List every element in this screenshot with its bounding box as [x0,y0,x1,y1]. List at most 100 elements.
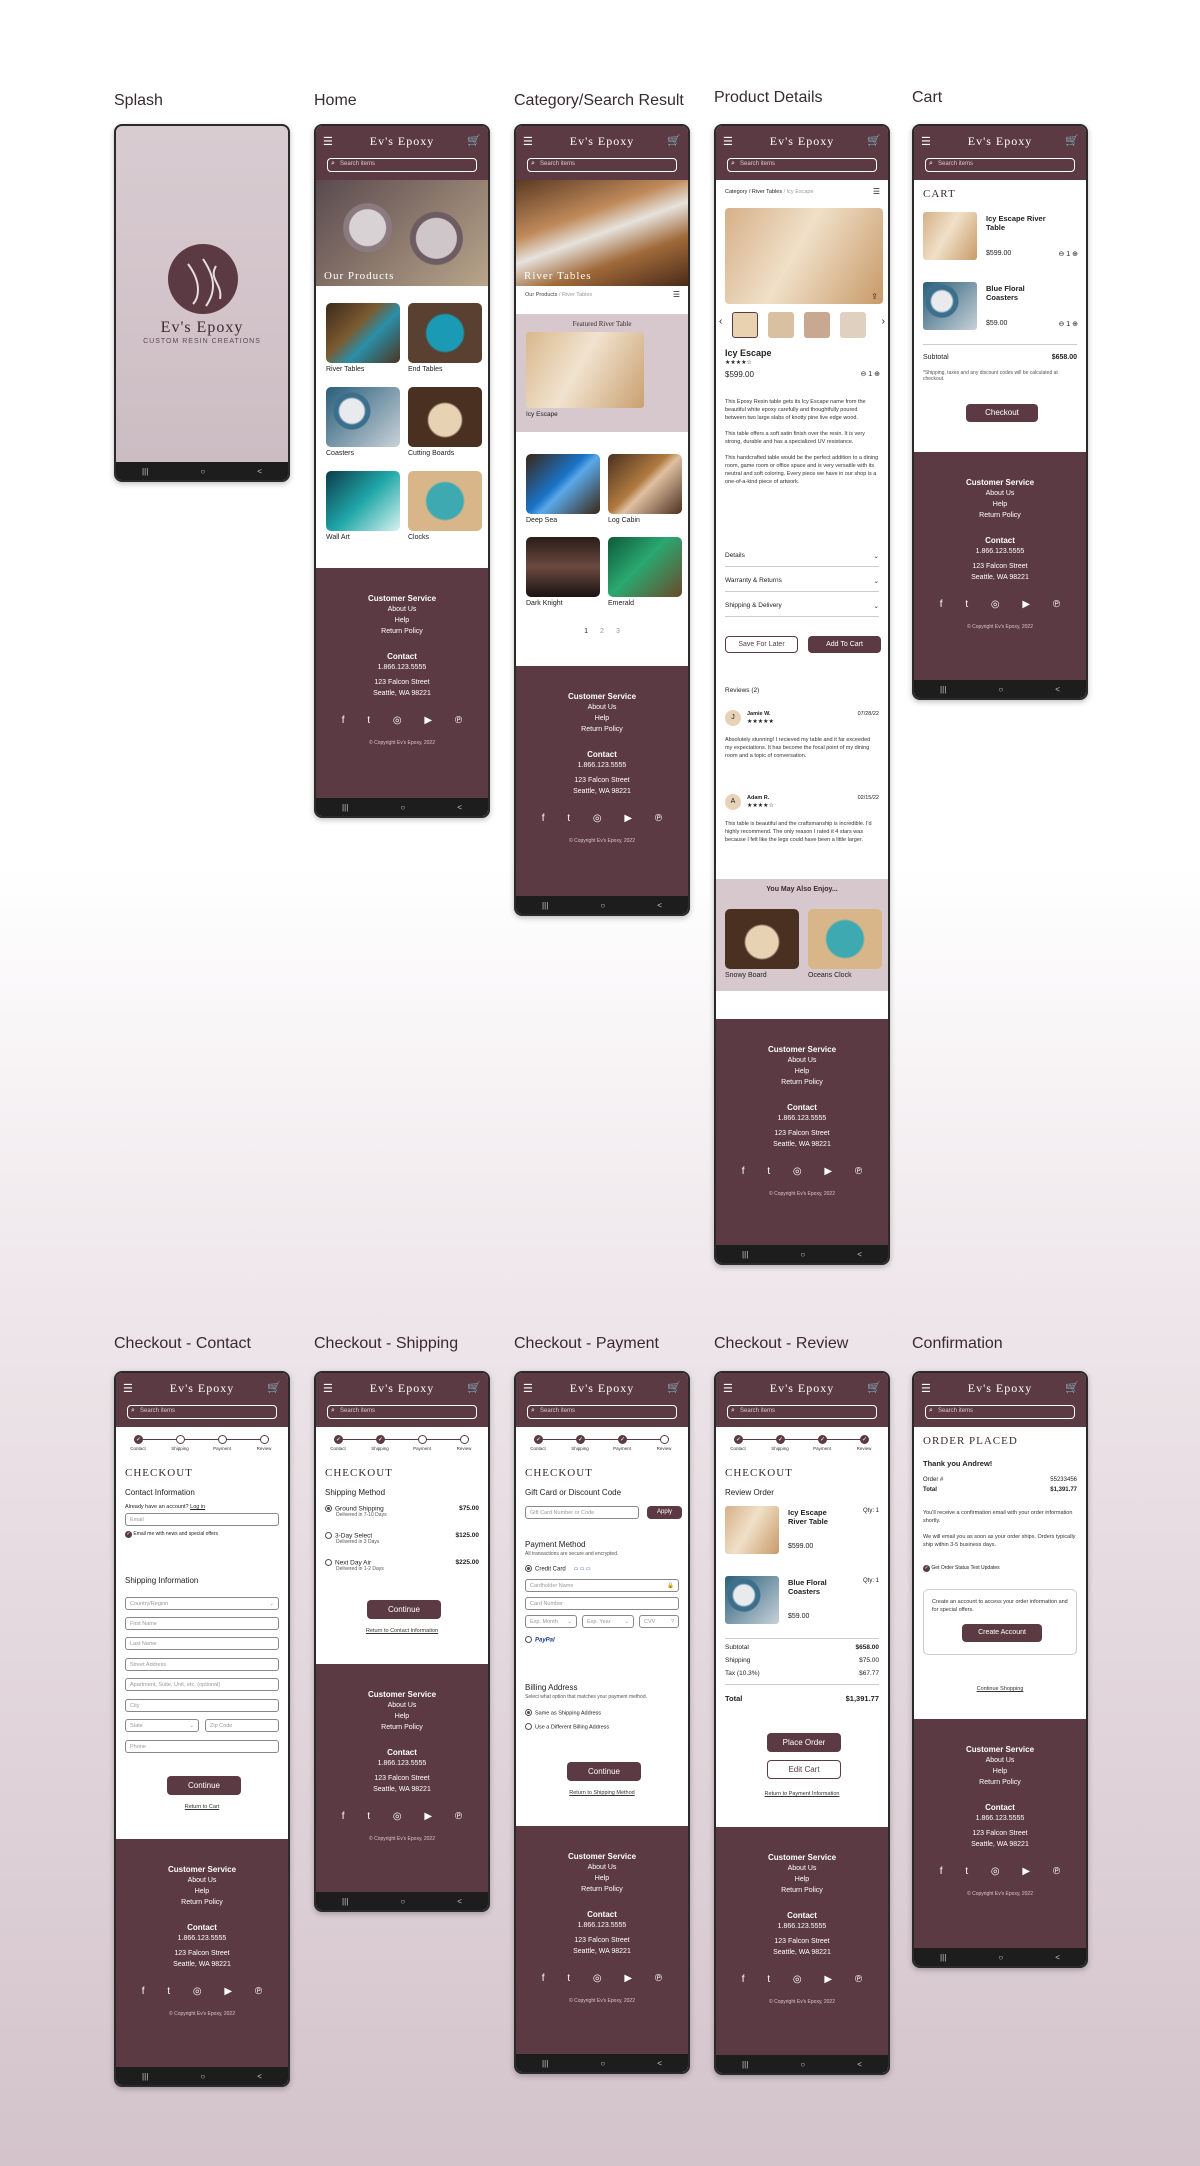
minus-icon[interactable]: ⊖ [1058,321,1064,328]
ship-option-nextday[interactable]: Next Day Air $225.00 Delivered in 1-2 Days [325,1559,479,1572]
footer-about-link[interactable]: About Us [516,702,688,713]
card-number-field[interactable]: Card Number [525,1597,679,1610]
return-to-contact-link[interactable]: Return to Contact Information [316,1628,488,1634]
tile-dark-knight[interactable] [526,537,600,597]
tile-clocks[interactable] [408,471,482,531]
create-account-button[interactable]: Create Account [962,1624,1042,1642]
accordion-warranty[interactable]: Warranty & Returns ⌄ [725,577,879,592]
footer-help-link[interactable]: Help [914,1766,1086,1777]
home-nav-button[interactable]: ○ [998,1953,1003,1962]
back-nav-button[interactable]: < [657,901,662,910]
home-nav-button[interactable]: ○ [600,901,605,910]
search-input[interactable]: ⌕ Search items [327,158,477,172]
back-nav-button[interactable]: < [457,803,462,812]
search-input[interactable]: ⌕ Search items [925,158,1075,172]
footer-return-link[interactable]: Return Policy [914,1777,1086,1788]
footer-help-link[interactable]: Help [914,499,1086,510]
social-icons[interactable]: f t ◎ ▶ ℗ [326,715,488,726]
place-order-button[interactable]: Place Order [767,1733,841,1752]
tile-coasters[interactable] [326,387,400,447]
social-icons[interactable]: f t ◎ ▶ ℗ [924,1866,1086,1877]
home-nav-button[interactable]: ○ [400,803,405,812]
footer-phone[interactable]: 1.866.123.5555 [516,1920,688,1931]
tile-river-tables[interactable] [326,303,400,363]
social-icons[interactable]: f t ◎ ▶ ℗ [526,1973,688,1984]
social-icons[interactable]: f t ◎ ▶ ℗ [726,1974,888,1985]
tile-wall-art[interactable] [326,471,400,531]
footer-about-link[interactable]: About Us [316,1700,488,1711]
social-icons[interactable]: f t ◎ ▶ ℗ [726,1166,888,1177]
recent-apps-button[interactable]: ||| [342,803,348,812]
zip-field[interactable]: Zip Code [205,1719,279,1732]
tile-log-cabin[interactable] [608,454,682,514]
footer-return-link[interactable]: Return Policy [316,1722,488,1733]
billing-different-option[interactable]: Use a Different Billing Address [525,1723,609,1730]
cardholder-field[interactable]: Cardholder Name 🔒 [525,1579,679,1592]
page-3[interactable]: 3 [616,628,620,635]
checkout-button[interactable]: Checkout [966,404,1038,422]
recent-apps-button[interactable]: ||| [342,1897,348,1906]
breadcrumb-parent[interactable]: Our Products [525,292,557,298]
back-nav-button[interactable]: < [1055,685,1060,694]
cvv-field[interactable]: CVV? [639,1615,679,1628]
return-to-shipping-link[interactable]: Return to Shipping Method [516,1790,688,1796]
back-nav-button[interactable]: < [857,1250,862,1259]
cart-item-1-image[interactable] [923,212,977,260]
page-2[interactable]: 2 [600,628,604,635]
breadcrumb-parent[interactable]: Category / River Tables [725,189,782,195]
qty-stepper[interactable]: ⊖ 1 ⊕ [860,370,880,378]
recent-apps-button[interactable]: ||| [940,685,946,694]
minus-icon[interactable]: ⊖ [1058,251,1064,258]
recent-apps-button[interactable]: ||| [542,2059,548,2068]
search-input[interactable]: ⌕ Search items [527,1405,677,1419]
exp-year-select[interactable]: Exp. Year ⌄ [582,1615,634,1628]
footer-return-link[interactable]: Return Policy [716,1077,888,1088]
footer-help-link[interactable]: Help [516,713,688,724]
apartment-field[interactable]: Apartment, Suite, Unit, etc. (optional) [125,1678,279,1691]
continue-button[interactable]: Continue [567,1762,641,1781]
search-input[interactable]: ⌕ Search items [925,1405,1075,1419]
recent-apps-button[interactable]: ||| [742,1250,748,1259]
tile-emerald[interactable] [608,537,682,597]
cart-item-2-name[interactable]: Blue Floral Coasters [986,284,1046,302]
footer-phone[interactable]: 1.866.123.5555 [116,1933,288,1944]
login-link[interactable]: Log in [190,1504,205,1510]
footer-help-link[interactable]: Help [716,1066,888,1077]
back-nav-button[interactable]: < [257,2072,262,2081]
cart-icon[interactable]: 🛒 [1065,134,1079,147]
cart-icon[interactable]: 🛒 [867,134,881,147]
city-field[interactable]: City [125,1699,279,1712]
plus-icon[interactable]: ⊕ [874,371,880,378]
tile-cutting-boards[interactable] [408,387,482,447]
footer-phone[interactable]: 1.866.123.5555 [316,1758,488,1769]
thumb-2[interactable] [768,312,794,338]
gift-code-field[interactable]: Gift Card Number or Code [525,1506,639,1519]
footer-about-link[interactable]: About Us [716,1055,888,1066]
share-icon[interactable]: ⇪ [871,292,878,301]
prev-image-icon[interactable]: ‹ [719,316,722,327]
footer-phone[interactable]: 1.866.123.5555 [316,662,488,673]
search-input[interactable]: ⌕ Search items [727,158,877,172]
footer-help-link[interactable]: Help [116,1886,288,1897]
apply-button[interactable]: Apply [647,1506,682,1519]
phone-field[interactable]: Phone [125,1740,279,1753]
cart-icon[interactable]: 🛒 [667,134,681,147]
footer-help-link[interactable]: Help [316,1711,488,1722]
footer-phone[interactable]: 1.866.123.5555 [914,1813,1086,1824]
footer-return-link[interactable]: Return Policy [116,1897,288,1908]
first-name-field[interactable]: First Name [125,1617,279,1630]
footer-return-link[interactable]: Return Policy [516,1884,688,1895]
save-for-later-button[interactable]: Save For Later [725,636,798,653]
social-icons[interactable]: f t ◎ ▶ ℗ [126,1986,288,1997]
country-select[interactable]: Country/Region ⌄ [125,1597,279,1610]
continue-button[interactable]: Continue [367,1600,441,1619]
add-to-cart-button[interactable]: Add To Cart [808,636,881,653]
cart-item-2-image[interactable] [923,282,977,330]
ship-option-ground[interactable]: Ground Shipping $75.00 Delivered in 7-10 D… [325,1505,479,1518]
ship-option-3day[interactable]: 3-Day Select $125.00 Delivered in 3 Days [325,1532,479,1545]
footer-return-link[interactable]: Return Policy [914,510,1086,521]
billing-same-option[interactable]: Same as Shipping Address [525,1709,601,1716]
return-to-cart-link[interactable]: Return to Cart [116,1804,288,1810]
social-icons[interactable]: f t ◎ ▶ ℗ [924,599,1086,610]
footer-phone[interactable]: 1.866.123.5555 [716,1921,888,1932]
